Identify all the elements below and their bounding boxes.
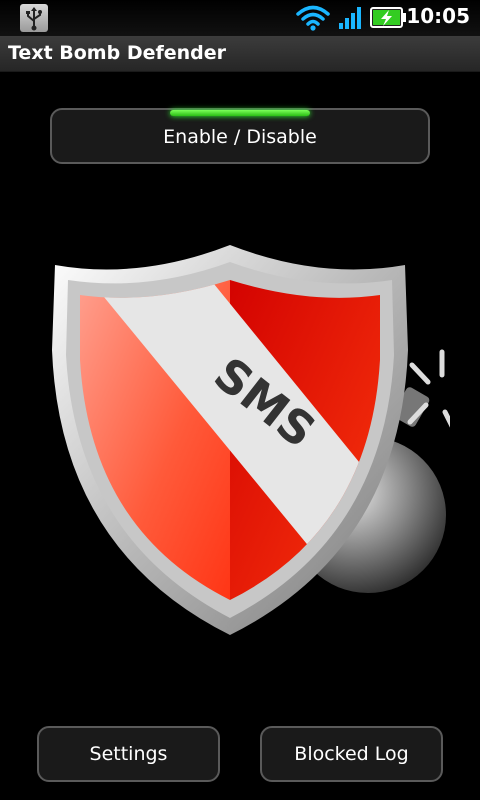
blocked-log-button-label: Blocked Log [294, 743, 409, 765]
toggle-status-indicator [170, 110, 310, 116]
toggle-label: Enable / Disable [163, 126, 317, 148]
app-title-bar: Text Bomb Defender [0, 36, 480, 72]
app-title: Text Bomb Defender [8, 42, 227, 64]
shield-bomb-graphic: SMS [52, 245, 450, 635]
blocked-log-button[interactable]: Blocked Log [260, 726, 443, 782]
settings-button[interactable]: Settings [37, 726, 220, 782]
status-bar: 10:05 [0, 0, 480, 36]
battery-charging-icon [370, 7, 406, 28]
enable-disable-toggle[interactable]: Enable / Disable [50, 108, 430, 164]
status-clock: 10:05 [406, 4, 470, 28]
wifi-icon [296, 5, 330, 31]
usb-icon [20, 4, 48, 32]
settings-button-label: Settings [89, 743, 168, 765]
signal-icon [339, 7, 361, 29]
